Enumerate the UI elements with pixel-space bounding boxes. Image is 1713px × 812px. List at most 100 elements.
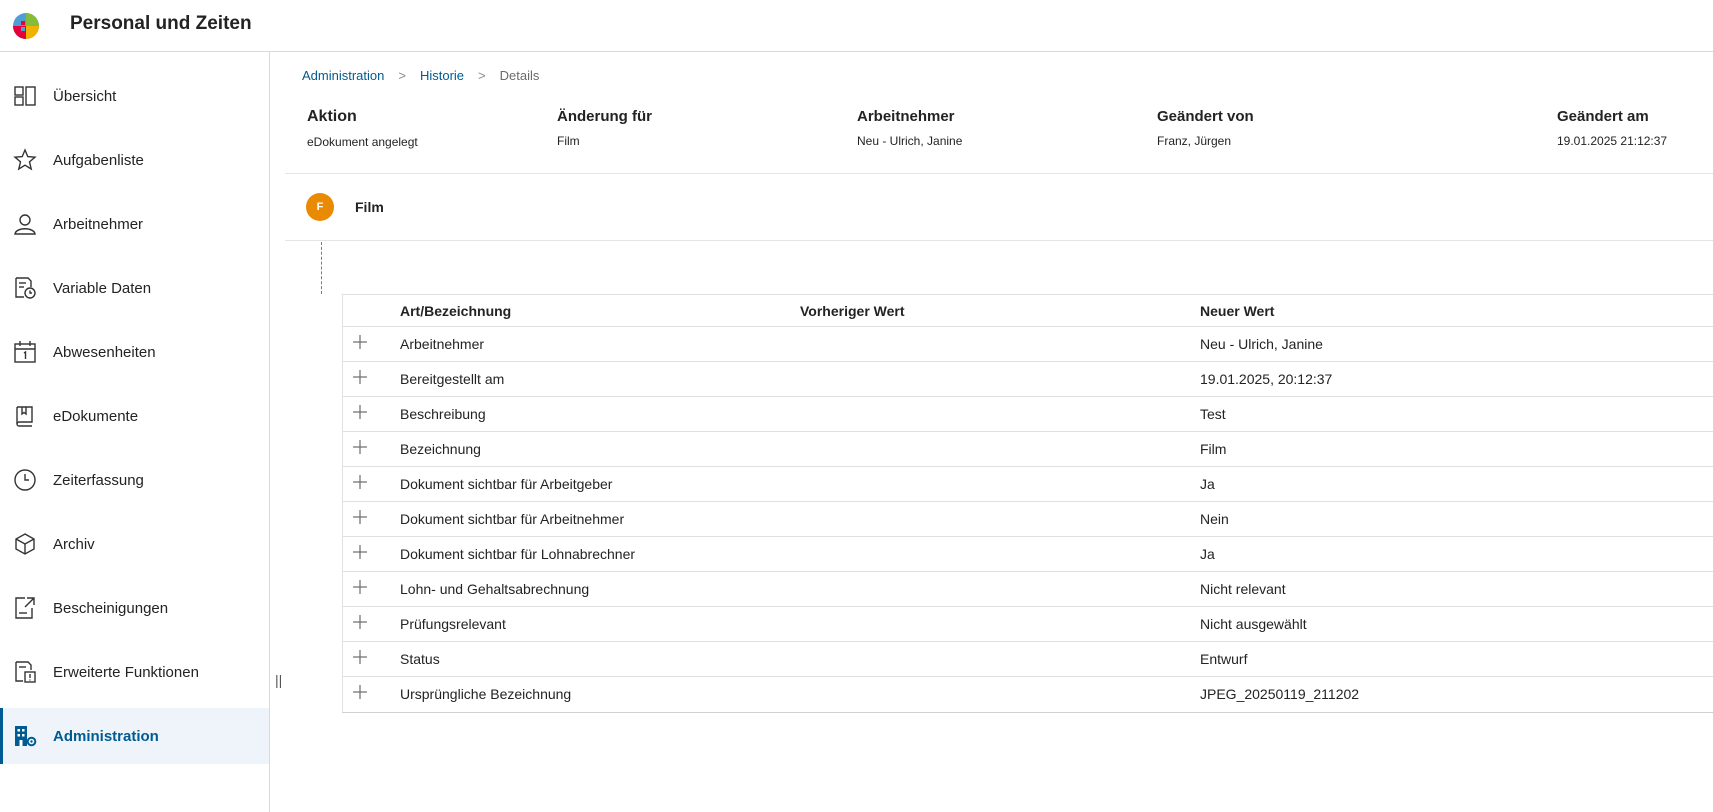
summary-heading: Geändert am (1557, 108, 1649, 125)
top-bar: Personal und Zeiten (0, 0, 1713, 52)
summary-aenderung-fuer: Änderung für Film (557, 108, 652, 148)
expand-plus-icon[interactable] (352, 404, 368, 420)
summary-arbeitnehmer: Arbeitnehmer Neu - Ulrich, Janine (857, 108, 962, 148)
cell-new-value: Ja (1200, 476, 1215, 492)
cell-new-value: Nein (1200, 511, 1229, 527)
cell-name: Prüfungsrelevant (400, 616, 506, 632)
summary-geaendert-von: Geändert von Franz, Jürgen (1157, 108, 1254, 148)
sidebar-item-arbeitnehmer[interactable]: Arbeitnehmer (0, 196, 269, 252)
summary-value: Film (557, 134, 580, 148)
column-header-neuer-wert[interactable]: Neuer Wert (1200, 303, 1274, 319)
breadcrumb-current: Details (499, 68, 540, 83)
building-gear-icon (15, 726, 37, 747)
summary-value: eDokument angelegt (307, 135, 418, 149)
sidebar-item-zeiterfassung[interactable]: Zeiterfassung (0, 452, 269, 508)
person-icon (14, 214, 36, 235)
summary-heading: Arbeitnehmer (857, 108, 955, 125)
cell-name: Beschreibung (400, 406, 486, 422)
expand-plus-icon[interactable] (352, 544, 368, 560)
summary-value: Franz, Jürgen (1157, 134, 1232, 148)
box-icon (15, 533, 35, 555)
app-logo-icon[interactable] (12, 12, 40, 40)
sidebar-item-bescheinigungen[interactable]: Bescheinigungen (0, 580, 269, 636)
avatar: F (306, 193, 334, 221)
summary-heading: Geändert von (1157, 108, 1254, 125)
table-row: Dokument sichtbar für Arbeitgeber Ja (343, 467, 1713, 502)
sidebar-item-label: Übersicht (53, 87, 117, 105)
column-header-vorheriger-wert[interactable]: Vorheriger Wert (800, 303, 905, 319)
chevron-right-icon: > (478, 68, 486, 83)
expand-plus-icon[interactable] (352, 334, 368, 350)
sidebar-item-variable-daten[interactable]: Variable Daten (0, 260, 269, 316)
entity-title: Film (355, 199, 384, 215)
sidebar-item-label: Erweiterte Funktionen (53, 663, 199, 681)
table-row: Prüfungsrelevant Nicht ausgewählt (343, 607, 1713, 642)
cell-name: Dokument sichtbar für Lohnabrechner (400, 546, 636, 562)
cell-name: Dokument sichtbar für Arbeitnehmer (400, 511, 625, 527)
sidebar-item-erweiterte-funktionen[interactable]: Erweiterte Funktionen (0, 644, 269, 700)
summary-value: Neu - Ulrich, Janine (857, 134, 963, 148)
table-row: Dokument sichtbar für Lohnabrechner Ja (343, 537, 1713, 572)
changes-table: Art/Bezeichnung Vorheriger Wert Neuer We… (342, 294, 1713, 713)
expand-plus-icon[interactable] (352, 369, 368, 385)
change-summary: Aktion eDokument angelegt Änderung für F… (285, 108, 1713, 174)
app-title: Personal und Zeiten (70, 13, 252, 34)
expand-plus-icon[interactable] (352, 439, 368, 455)
sidebar: Übersicht Aufgabenliste Arbeitnehmer Var… (0, 52, 270, 812)
expand-plus-icon[interactable] (352, 579, 368, 595)
cell-new-value: Test (1200, 406, 1226, 422)
breadcrumb-link-historie[interactable]: Historie (420, 68, 464, 83)
cell-name: Lohn- und Gehaltsabrechnung (400, 581, 590, 597)
sidebar-item-label: Variable Daten (53, 279, 152, 297)
sidebar-item-abwesenheiten[interactable]: Abwesenheiten (0, 324, 269, 380)
table-row: Bereitgestellt am 19.01.2025, 20:12:37 (343, 362, 1713, 397)
sidebar-item-label: Arbeitnehmer (53, 215, 144, 233)
cell-new-value: JPEG_20250119_211202 (1200, 686, 1360, 702)
expand-plus-icon[interactable] (352, 474, 368, 490)
tree-connector-line (321, 242, 322, 294)
table-row: Bezeichnung Film (343, 432, 1713, 467)
cell-name: Status (400, 651, 440, 667)
sidebar-item-edokumente[interactable]: eDokumente (0, 388, 269, 444)
star-icon (13, 148, 37, 171)
sidebar-item-aufgabenliste[interactable]: Aufgabenliste (0, 132, 269, 188)
document-alert-icon (15, 661, 36, 683)
column-header-art-bezeichnung[interactable]: Art/Bezeichnung (400, 303, 511, 319)
table-row: Dokument sichtbar für Arbeitnehmer Nein (343, 502, 1713, 537)
cell-name: Bereitgestellt am (400, 371, 505, 387)
calendar-icon (14, 341, 36, 363)
cell-name: Bezeichnung (400, 441, 481, 457)
table-row: Beschreibung Test (343, 397, 1713, 432)
sidebar-item-label: Bescheinigungen (53, 599, 169, 617)
expand-plus-icon[interactable] (352, 684, 368, 700)
breadcrumb: Administration > Historie > Details (302, 68, 539, 83)
expand-plus-icon[interactable] (352, 649, 368, 665)
sidebar-item-archiv[interactable]: Archiv (0, 516, 269, 572)
sidebar-item-label: Archiv (53, 535, 95, 553)
cell-new-value: Nicht relevant (1200, 581, 1286, 597)
entity-header: F Film (285, 175, 1713, 241)
document-export-icon (15, 597, 35, 619)
breadcrumb-link-administration[interactable]: Administration (302, 68, 384, 83)
sidebar-item-label: Aufgabenliste (53, 151, 144, 169)
cell-new-value: Neu - Ulrich, Janine (1200, 336, 1323, 352)
summary-heading: Änderung für (557, 108, 652, 125)
cell-name: Ursprüngliche Bezeichnung (400, 686, 572, 702)
document-clock-icon (15, 277, 36, 299)
table-row: Status Entwurf (343, 642, 1713, 677)
expand-plus-icon[interactable] (352, 509, 368, 525)
sidebar-item-label: eDokumente (53, 407, 139, 425)
table-row: Ursprüngliche Bezeichnung JPEG_20250119_2… (343, 677, 1713, 712)
summary-heading: Aktion (307, 108, 357, 125)
sidebar-item-administration[interactable]: Administration (0, 708, 269, 764)
sidebar-item-label: Abwesenheiten (53, 343, 156, 361)
table-row: Arbeitnehmer Neu - Ulrich, Janine (343, 327, 1713, 362)
table-header: Art/Bezeichnung Vorheriger Wert Neuer We… (343, 295, 1713, 327)
expand-plus-icon[interactable] (352, 614, 368, 630)
dashboard-icon (14, 86, 36, 106)
sidebar-resize-handle[interactable]: || (275, 672, 282, 688)
sidebar-item-uebersicht[interactable]: Übersicht (0, 68, 269, 124)
cell-name: Dokument sichtbar für Arbeitgeber (400, 476, 613, 492)
chevron-right-icon: > (398, 68, 406, 83)
summary-geaendert-am: Geändert am 19.01.2025 21:12:37 (1557, 108, 1667, 148)
